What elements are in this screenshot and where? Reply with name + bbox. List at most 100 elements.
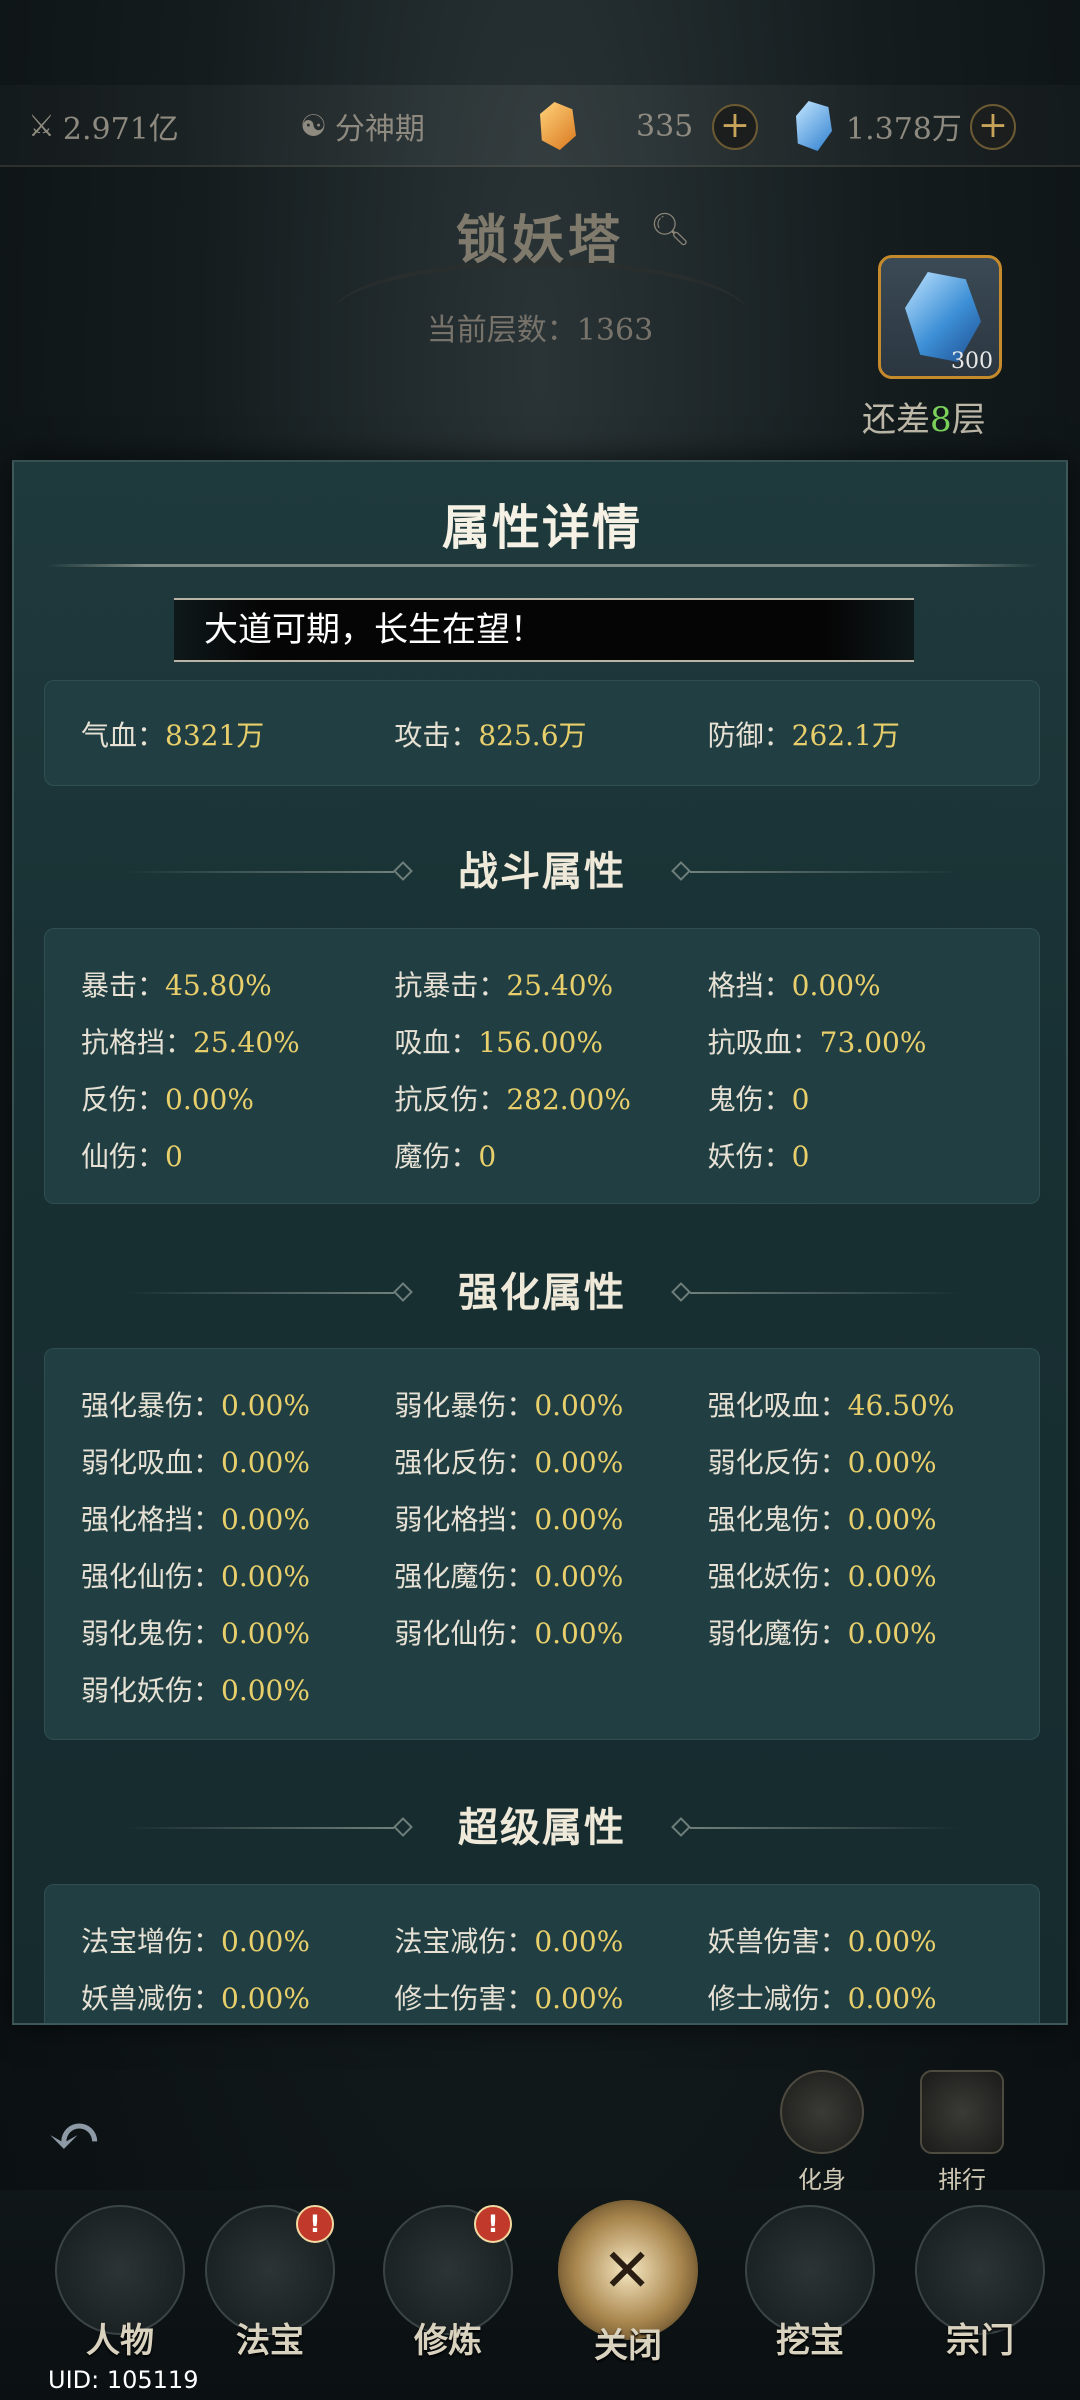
attribute-name: 格挡： (707, 968, 792, 1002)
super-section-header: 超级属性 (14, 1803, 1066, 1853)
floor-reward-box[interactable]: 300 (878, 255, 1002, 379)
attribute-name: 修士伤害： (394, 1981, 535, 2015)
enhance-attributes-grid: 强化暴伤：0.00% 弱化暴伤：0.00% 强化吸血：46.50% 弱化吸血：0.00… (81, 1375, 1021, 1717)
attribute-name: 妖伤： (707, 1139, 792, 1173)
attribute-value: 0 (791, 1139, 810, 1173)
attribute-name: 弱化反伤： (707, 1445, 848, 1479)
attribute-name: 弱化仙伤： (394, 1616, 535, 1650)
attribute-item: 强化格挡：0.00% (81, 1498, 394, 1538)
nav-dig[interactable]: 挖宝 (740, 2205, 880, 2362)
attribute-value: 0.00% (534, 1445, 624, 1479)
nav-close[interactable]: ✕ 关闭 (558, 2200, 698, 2367)
attribute-value: 0.00% (534, 1616, 624, 1650)
attribute-name: 抗吸血： (707, 1025, 820, 1059)
battle-section-title: 战斗属性 (458, 848, 626, 895)
attribute-item: 妖兽伤害：0.00% (708, 1920, 1021, 1960)
attribute-item: 弱化仙伤：0.00% (394, 1612, 707, 1652)
attribute-item: 强化反伤：0.00% (394, 1441, 707, 1481)
attribute-value: 0.00% (534, 1388, 624, 1422)
attribute-item: 气血：8321万 (81, 714, 394, 754)
attribute-name: 妖兽伤害： (707, 1924, 848, 1958)
nav-close-label: 关闭 (594, 2326, 662, 2366)
ranking-button[interactable]: 排行 (910, 2070, 1014, 2195)
attribute-name: 强化吸血： (707, 1388, 848, 1422)
tower-roof-decoration (330, 260, 750, 450)
gold-add-button[interactable]: + (712, 104, 758, 150)
attribute-item: 强化鬼伤：0.00% (708, 1498, 1021, 1538)
attribute-value: 25.40% (506, 968, 614, 1002)
attribute-name: 修士减伤： (707, 1981, 848, 2015)
divider-line (690, 1292, 960, 1294)
divider-line (124, 1827, 394, 1829)
attribute-name: 强化魔伤： (394, 1559, 535, 1593)
avatar-button[interactable]: 化身 (770, 2070, 874, 2195)
attribute-item: 妖兽减伤：0.00% (81, 1977, 394, 2017)
attribute-value: 0 (165, 1139, 183, 1173)
attribute-value: 0.00% (221, 1502, 310, 1536)
attribute-row: 弱化妖伤：0.00% (81, 1660, 1021, 1717)
search-icon[interactable]: 🔍︎ (650, 210, 691, 248)
divider-line (124, 1292, 394, 1294)
nav-treasure[interactable]: ! 法宝 (200, 2205, 340, 2362)
attribute-row: 仙伤：0 魔伤：0 妖伤：0 (81, 1126, 1021, 1183)
remain-suffix: 层 (951, 400, 986, 440)
attribute-item: 仙伤：0 (81, 1135, 394, 1175)
attribute-value: 46.50% (847, 1388, 955, 1422)
attribute-value: 282.00% (506, 1082, 631, 1116)
nav-character[interactable]: 人物 (50, 2205, 190, 2362)
divider-line (124, 871, 394, 873)
nav-cultivate-label: 修炼 (414, 2321, 482, 2361)
attribute-value: 0.00% (534, 1559, 624, 1593)
attribute-name: 弱化妖伤： (81, 1673, 222, 1707)
floors-remaining: 还差8层 (862, 392, 986, 441)
attribute-value: 0.00% (221, 1673, 310, 1707)
attribute-row: 强化格挡：0.00% 弱化格挡：0.00% 强化鬼伤：0.00% (81, 1489, 1021, 1546)
attribute-name: 强化妖伤： (707, 1559, 848, 1593)
attribute-item: 抗暴击：25.40% (394, 964, 707, 1004)
back-arrow-icon[interactable]: ↶ (48, 2100, 102, 2174)
nav-cultivate[interactable]: ! 修炼 (378, 2205, 518, 2362)
gem-display: 1.378万 (796, 101, 962, 151)
attribute-item: 吸血：156.00% (394, 1021, 707, 1061)
reward-count: 300 (951, 349, 993, 374)
alert-badge: ! (296, 2205, 334, 2243)
attribute-item: 弱化鬼伤：0.00% (81, 1612, 394, 1652)
attribute-item: 抗格挡：25.40% (81, 1021, 394, 1061)
attribute-value: 825.6万 (478, 718, 587, 752)
attribute-item: 弱化妖伤：0.00% (81, 1669, 411, 1709)
user-id: UID: 105119 (48, 2366, 199, 2394)
basic-attributes-grid: 气血：8321万 攻击：825.6万 防御：262.1万 (81, 705, 1021, 762)
attribute-name: 魔伤： (394, 1139, 479, 1173)
attribute-item: 强化妖伤：0.00% (708, 1555, 1021, 1595)
attribute-value: 0 (791, 1082, 810, 1116)
divider-diamond (393, 861, 413, 881)
remain-prefix: 还差 (862, 400, 930, 440)
attribute-item: 暴击：45.80% (81, 964, 394, 1004)
attribute-name: 弱化格挡： (394, 1502, 535, 1536)
attribute-item: 抗反伤：282.00% (394, 1078, 707, 1118)
attribute-row: 抗格挡：25.40% 吸血：156.00% 抗吸血：73.00% (81, 1012, 1021, 1069)
attribute-name: 抗反伤： (394, 1082, 507, 1116)
battle-section-header: 战斗属性 (14, 847, 1066, 897)
attribute-value: 0.00% (221, 1445, 310, 1479)
attribute-name: 反伤： (81, 1082, 166, 1116)
attribute-row: 法宝增伤：0.00% 法宝减伤：0.00% 妖兽伤害：0.00% (81, 1911, 1021, 1968)
attribute-value: 0.00% (534, 1502, 624, 1536)
attribute-name: 强化仙伤： (81, 1559, 222, 1593)
attribute-value: 0.00% (534, 1924, 624, 1958)
attribute-item: 强化仙伤：0.00% (81, 1555, 394, 1595)
attribute-row: 妖兽减伤：0.00% 修士伤害：0.00% 修士减伤：0.00% (81, 1968, 1021, 2023)
attribute-item: 弱化暴伤：0.00% (394, 1384, 707, 1424)
nav-sect[interactable]: 宗门 (910, 2205, 1050, 2362)
attribute-value: 0.00% (221, 1924, 310, 1958)
power-value: 2.971亿 (62, 112, 179, 147)
power-display: ⚔ 2.971亿 (28, 103, 179, 149)
attribute-name: 弱化暴伤： (394, 1388, 535, 1422)
gem-add-button[interactable]: + (970, 104, 1016, 150)
divider-line (690, 1827, 960, 1829)
attribute-value: 0.00% (847, 1924, 937, 1958)
attribute-name: 鬼伤： (707, 1082, 792, 1116)
attribute-name: 弱化魔伤： (707, 1616, 848, 1650)
attribute-name: 强化鬼伤： (707, 1502, 848, 1536)
gold-display: 335 (540, 102, 693, 150)
